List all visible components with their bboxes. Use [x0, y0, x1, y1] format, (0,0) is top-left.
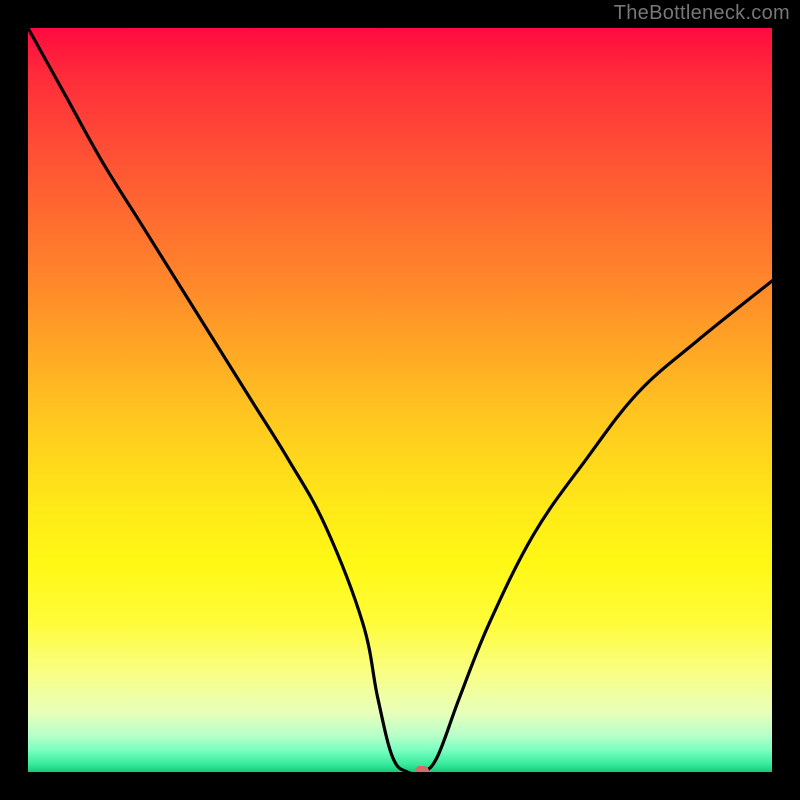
- watermark-text: TheBottleneck.com: [614, 2, 790, 25]
- plot-frame: [28, 28, 772, 772]
- min-marker-icon: [415, 766, 429, 772]
- plot-area: [28, 28, 772, 772]
- bottleneck-curve: [28, 28, 772, 772]
- chart-container: TheBottleneck.com: [0, 0, 800, 800]
